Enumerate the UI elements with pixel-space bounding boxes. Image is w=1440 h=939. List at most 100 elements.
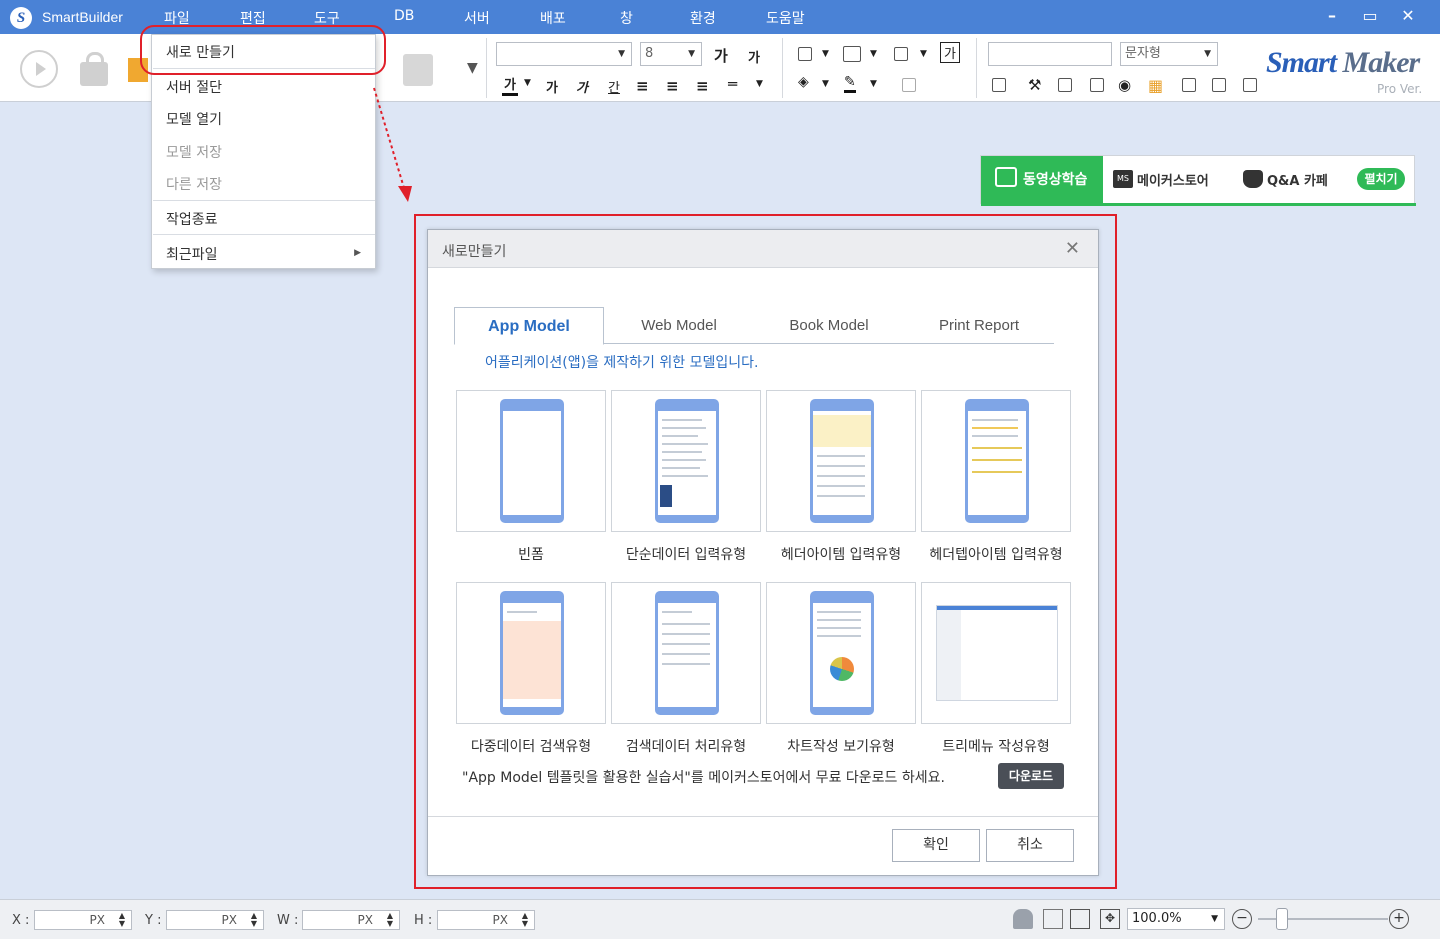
- video-tutorial-label: 동영상학습: [1023, 172, 1088, 188]
- style-value-input[interactable]: [988, 42, 1112, 66]
- y-coordinate-field[interactable]: PX ▲ ▼: [166, 910, 264, 930]
- pen-color-icon[interactable]: ✎: [844, 74, 856, 93]
- align-left-icon[interactable]: ≡: [636, 77, 649, 95]
- template-tree-menu[interactable]: [921, 582, 1071, 724]
- dialog-close-icon[interactable]: ✕: [1065, 238, 1080, 259]
- line-style-dropdown-icon[interactable]: ▼: [756, 79, 763, 89]
- order-dropdown-icon[interactable]: ▼: [920, 49, 927, 59]
- table-icon[interactable]: [1058, 78, 1072, 92]
- video-tutorial-button[interactable]: 동영상학습: [981, 156, 1103, 203]
- makers-store-icon: MS: [1113, 170, 1133, 188]
- components-icon[interactable]: ▦: [1148, 76, 1163, 95]
- dialog-footer-divider: [428, 816, 1098, 817]
- document-status-icon[interactable]: [1043, 909, 1063, 929]
- zoom-slider-handle[interactable]: [1276, 908, 1288, 930]
- download-button[interactable]: 다운로드: [998, 763, 1064, 789]
- menu-deploy[interactable]: 배포: [540, 8, 566, 28]
- zoom-out-button[interactable]: −: [1232, 909, 1252, 929]
- tab-print-report[interactable]: Print Report: [904, 307, 1054, 345]
- font-color-dropdown-icon[interactable]: ▼: [524, 78, 531, 88]
- w-label: W :: [277, 913, 299, 928]
- zoom-in-button[interactable]: +: [1389, 909, 1409, 929]
- underline-button[interactable]: 간: [608, 77, 620, 96]
- template-header-tab-item-input[interactable]: [921, 390, 1071, 532]
- menu-server[interactable]: 서버: [464, 8, 490, 28]
- menu-db[interactable]: DB: [394, 8, 414, 24]
- paste-dropdown-icon[interactable]: ▼: [467, 60, 478, 76]
- expand-button[interactable]: 펼치기: [1357, 168, 1405, 190]
- close-window-button[interactable]: ✕: [1396, 6, 1420, 25]
- template-label: 헤더아이템 입력유형: [780, 547, 902, 563]
- maximize-button[interactable]: ▭: [1358, 6, 1382, 25]
- resize-icon[interactable]: [843, 46, 861, 62]
- toolbar-divider: [486, 38, 487, 98]
- menu-item-open-model[interactable]: 모델 열기: [166, 109, 222, 129]
- pen-color-dropdown-icon[interactable]: ▼: [870, 79, 877, 89]
- grid-icon[interactable]: [1090, 78, 1104, 92]
- promo-bar: 동영상학습 MS 메이커스토어 Q&A 카페 펼치기: [980, 155, 1416, 206]
- menu-window[interactable]: 창: [620, 8, 633, 28]
- template-simple-input[interactable]: [611, 390, 761, 532]
- cancel-button[interactable]: 취소: [986, 829, 1074, 862]
- font-color-button[interactable]: 가: [502, 74, 518, 96]
- tree-icon[interactable]: [1182, 78, 1196, 92]
- text-preview-button[interactable]: 가: [940, 42, 960, 63]
- tab-description: 어플리케이션(앱)을 제작하기 위한 모델입니다.: [485, 355, 759, 371]
- layout-icon[interactable]: [992, 78, 1006, 92]
- font-shrink-button[interactable]: 가: [748, 47, 760, 66]
- menu-divider: [153, 234, 375, 235]
- ok-button[interactable]: 확인: [892, 829, 980, 862]
- menu-item-recent-files[interactable]: 최근파일: [166, 244, 218, 264]
- play-preview-icon[interactable]: [1243, 78, 1257, 92]
- clipboard-icon[interactable]: [403, 54, 433, 86]
- menu-item-exit[interactable]: 작업종료: [166, 209, 218, 229]
- fill-dropdown-icon[interactable]: ▼: [822, 79, 829, 89]
- menu-item-disconnect-server[interactable]: 서버 절단: [166, 77, 222, 97]
- tab-web-model[interactable]: Web Model: [604, 307, 754, 345]
- x-coordinate-field[interactable]: PX ▲ ▼: [34, 910, 132, 930]
- align-objects-icon[interactable]: [798, 47, 812, 61]
- app-title: SmartBuilder: [42, 9, 123, 25]
- makers-store-link[interactable]: 메이커스토어: [1137, 170, 1209, 189]
- qa-cafe-link[interactable]: Q&A 카페: [1267, 170, 1328, 189]
- minimize-button[interactable]: –: [1320, 6, 1344, 25]
- tab-book-model[interactable]: Book Model: [754, 307, 904, 345]
- move-icon[interactable]: ✥: [1100, 909, 1120, 929]
- italic-button[interactable]: 가: [576, 77, 588, 96]
- order-icon[interactable]: [894, 47, 908, 61]
- height-field[interactable]: PX ▲ ▼: [437, 910, 535, 930]
- template-multi-data-search[interactable]: [456, 582, 606, 724]
- template-header-item-input[interactable]: [766, 390, 916, 532]
- fit-page-icon[interactable]: [1070, 909, 1090, 929]
- align-right-icon[interactable]: ≡: [696, 77, 709, 95]
- group-icon[interactable]: [902, 78, 916, 92]
- zoom-select[interactable]: 100.0% ▼: [1127, 908, 1225, 930]
- phone-preview: [500, 591, 564, 715]
- template-chart-view[interactable]: [766, 582, 916, 724]
- promo-underline: [981, 203, 1416, 206]
- phone-preview: [655, 399, 719, 523]
- tab-app-model[interactable]: App Model: [454, 307, 604, 345]
- menu-settings[interactable]: 환경: [690, 8, 716, 28]
- align-center-icon[interactable]: ≡: [666, 77, 679, 95]
- copy-icon[interactable]: [1212, 78, 1226, 92]
- align-objects-dropdown-icon[interactable]: ▼: [822, 49, 829, 59]
- notification-bell-icon[interactable]: [1013, 909, 1033, 929]
- lock-icon[interactable]: [80, 52, 108, 86]
- template-blank-form[interactable]: [456, 390, 606, 532]
- font-name-select[interactable]: ▼: [496, 42, 632, 66]
- preview-eye-icon[interactable]: ◉: [1118, 76, 1131, 94]
- data-type-select[interactable]: 문자형 ▼: [1120, 42, 1218, 66]
- run-icon[interactable]: [20, 50, 58, 88]
- font-grow-button[interactable]: 가: [714, 45, 728, 66]
- menu-item-save-model: 모델 저장: [166, 145, 222, 161]
- menu-help[interactable]: 도움말: [766, 8, 805, 28]
- resize-dropdown-icon[interactable]: ▼: [870, 49, 877, 59]
- width-field[interactable]: PX ▲ ▼: [302, 910, 400, 930]
- fill-bucket-icon[interactable]: ◈: [798, 74, 809, 90]
- magic-wand-icon[interactable]: ⚒: [1028, 76, 1041, 94]
- line-style-icon[interactable]: ═: [728, 75, 737, 93]
- bold-button[interactable]: 가: [546, 77, 558, 96]
- font-size-select[interactable]: 8 ▼: [640, 42, 702, 66]
- template-search-data-process[interactable]: [611, 582, 761, 724]
